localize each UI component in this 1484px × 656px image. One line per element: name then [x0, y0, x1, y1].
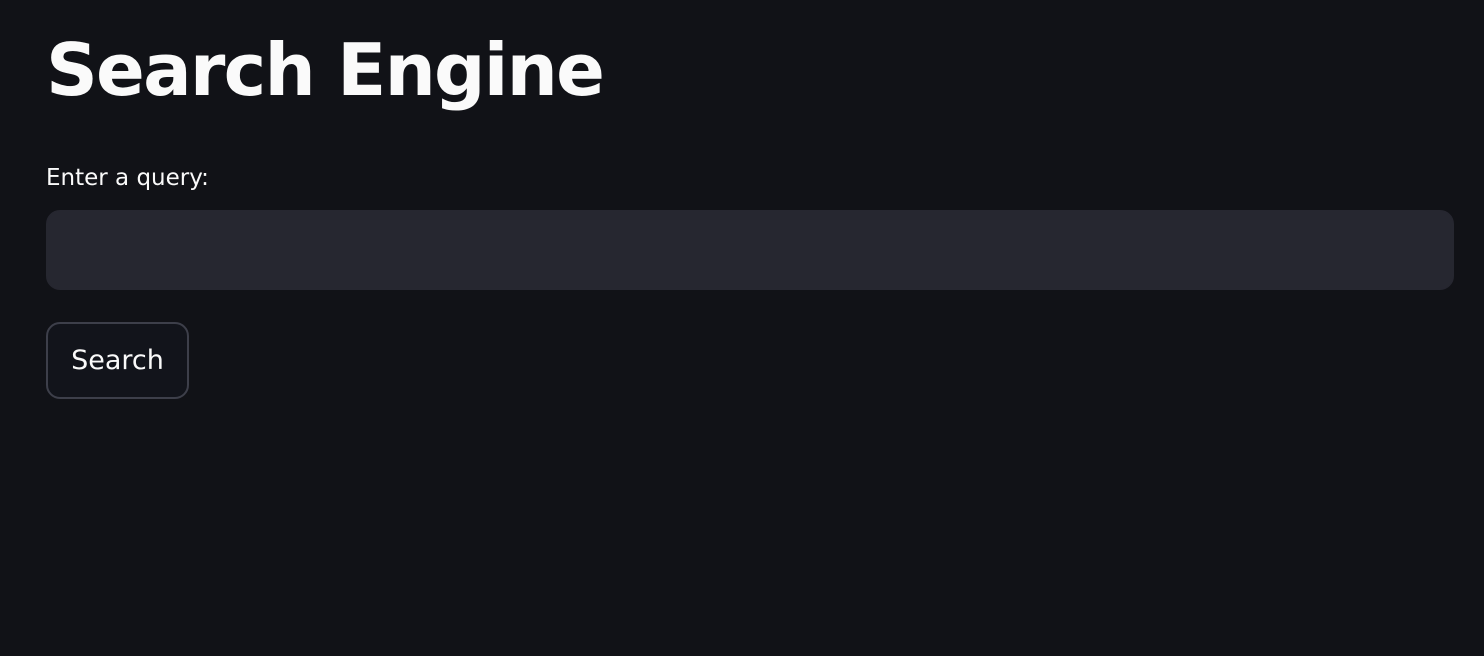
page-title: Search Engine — [46, 28, 605, 112]
search-button[interactable]: Search — [46, 322, 189, 399]
query-label: Enter a query: — [46, 165, 209, 191]
query-input[interactable] — [46, 210, 1454, 290]
